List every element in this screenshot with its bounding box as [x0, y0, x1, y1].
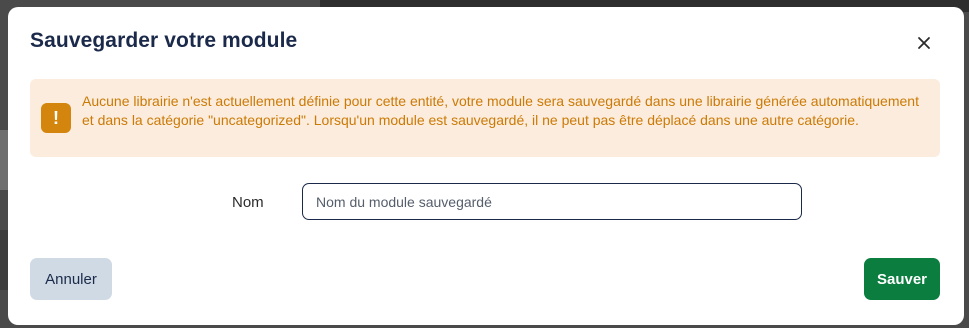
dialog-title: Sauvegarder votre module	[30, 29, 298, 52]
alert-message: Aucune librairie n'est actuellement défi…	[82, 93, 919, 128]
background-panel	[0, 130, 8, 190]
background-panel	[0, 230, 8, 290]
warning-alert: ! Aucune librairie n'est actuellement dé…	[30, 79, 940, 157]
close-button[interactable]	[912, 31, 936, 55]
warning-icon: !	[41, 103, 71, 133]
name-form-row: Nom	[8, 183, 964, 221]
close-icon	[918, 37, 930, 49]
dialog-header: Sauvegarder votre module	[30, 29, 942, 57]
cancel-button[interactable]: Annuler	[30, 258, 112, 300]
save-module-dialog: Sauvegarder votre module ! Aucune librai…	[8, 7, 964, 325]
save-button[interactable]: Sauver	[864, 258, 940, 300]
name-label: Nom	[232, 194, 264, 211]
module-name-input[interactable]	[302, 183, 802, 220]
